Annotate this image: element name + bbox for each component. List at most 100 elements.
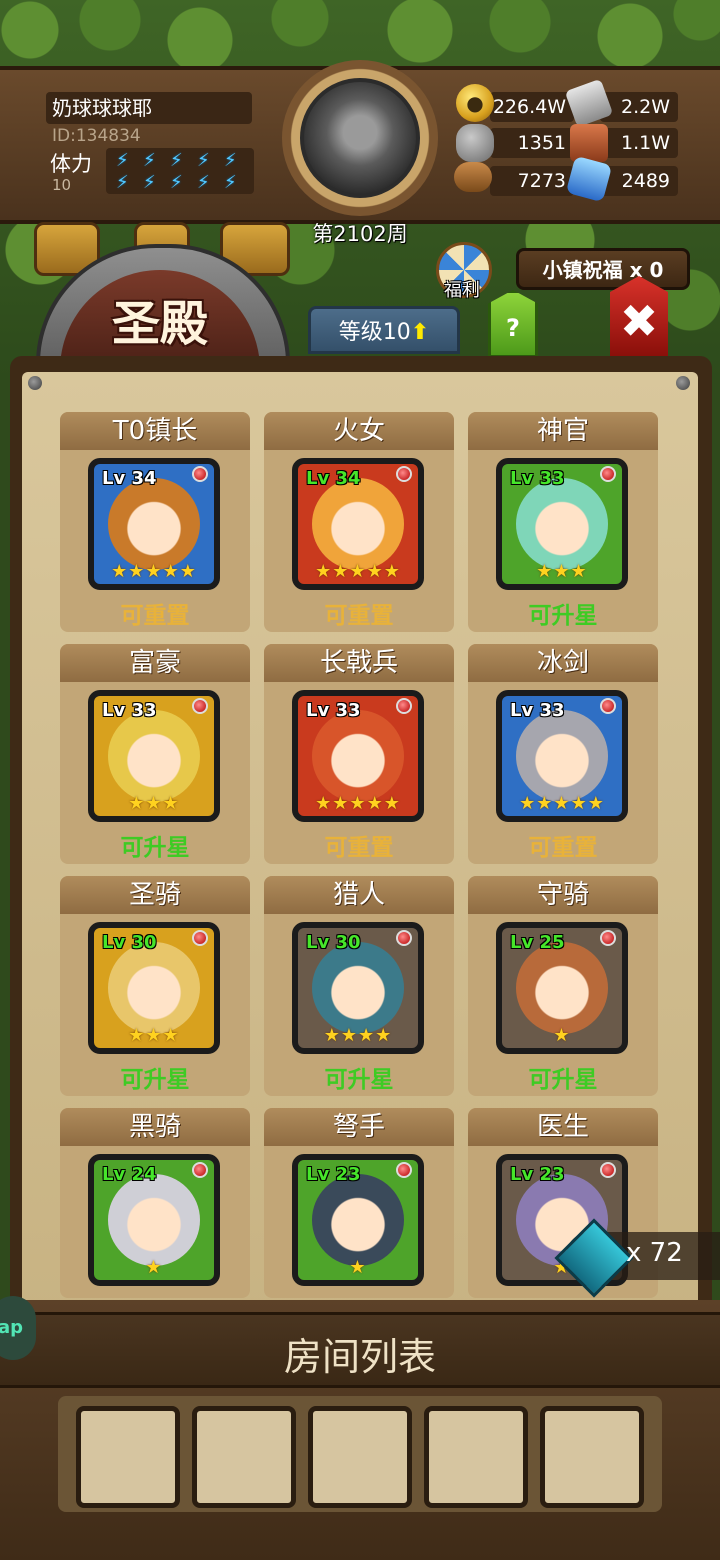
hero-status: 可升星 xyxy=(528,603,598,629)
hero-status: 可重置 xyxy=(324,835,394,861)
hero-portrait[interactable]: Lv 33 ★★★★★ xyxy=(292,690,424,822)
notification-dot-icon xyxy=(600,698,616,714)
stone-icon xyxy=(456,124,494,162)
notification-dot-icon xyxy=(396,930,412,946)
help-button[interactable]: ? xyxy=(488,290,538,358)
notification-dot-icon xyxy=(192,698,208,714)
crystal-amount: 2489 xyxy=(600,166,678,196)
hero-portrait[interactable]: Lv 33 ★★★★★ xyxy=(496,690,628,822)
hero-portrait[interactable]: Lv 30 ★★★★ xyxy=(292,922,424,1054)
player-id: ID:134834 xyxy=(52,126,141,146)
hero-portrait[interactable]: Lv 23 ★ xyxy=(292,1154,424,1286)
notification-dot-icon xyxy=(396,466,412,482)
iron-amount: 2.2W xyxy=(600,92,678,122)
stamina-bolt-icon: ⚡ xyxy=(116,172,129,193)
hero-level: Lv 23 xyxy=(306,1164,361,1185)
room-slot[interactable] xyxy=(76,1406,180,1508)
hero-portrait[interactable]: Lv 30 ★★★ xyxy=(88,922,220,1054)
gold-coin-icon: ● xyxy=(456,84,494,122)
hero-card[interactable]: 猎人 Lv 30 ★★★★ 可升星 xyxy=(264,876,454,1096)
hero-face-icon xyxy=(516,478,608,570)
hero-stars: ★★★★ xyxy=(323,1025,393,1046)
notification-dot-icon xyxy=(600,466,616,482)
rivet-icon xyxy=(676,376,690,390)
stamina-bar: ⚡ ⚡ ⚡ ⚡ ⚡ ⚡ ⚡ ⚡ ⚡ ⚡ xyxy=(106,148,254,194)
hero-portrait[interactable]: Lv 34 ★★★★★ xyxy=(88,458,220,590)
hero-card[interactable]: 冰剑 Lv 33 ★★★★★ 可重置 xyxy=(468,644,658,864)
leather-amount: 1.1W xyxy=(600,128,678,158)
hero-face-icon xyxy=(108,1174,200,1266)
hero-portrait[interactable]: Lv 25 ★ xyxy=(496,922,628,1054)
stamina-bolt-icon: ⚡ xyxy=(197,172,210,193)
hero-card[interactable]: 圣骑 Lv 30 ★★★ 可升星 xyxy=(60,876,250,1096)
hero-name: 神官 xyxy=(468,412,658,450)
room-slot[interactable] xyxy=(540,1406,644,1508)
stamina-value: 10 xyxy=(52,176,72,194)
hero-name: 富豪 xyxy=(60,644,250,682)
hero-level: Lv 30 xyxy=(306,932,361,953)
level-up-arrow-icon: ⬆ xyxy=(410,320,430,345)
notification-dot-icon xyxy=(600,1162,616,1178)
hero-status: 可重置 xyxy=(324,603,394,629)
room-slot[interactable] xyxy=(192,1406,296,1508)
hero-face-icon xyxy=(108,942,200,1034)
hero-portrait[interactable]: Lv 33 ★★★ xyxy=(496,458,628,590)
hero-status: 可重置 xyxy=(528,835,598,861)
hero-face-icon xyxy=(516,942,608,1034)
hero-face-icon xyxy=(516,710,608,802)
wood-log-icon xyxy=(454,162,492,192)
hero-name: 医生 xyxy=(468,1108,658,1146)
room-slot[interactable] xyxy=(308,1406,412,1508)
hero-name: 黑骑 xyxy=(60,1108,250,1146)
stamina-bolt-icon: ⚡ xyxy=(224,150,237,171)
wood-amount: 7273 xyxy=(490,166,574,196)
hero-name: 守骑 xyxy=(468,876,658,914)
hero-name: 猎人 xyxy=(264,876,454,914)
hero-face-icon xyxy=(312,478,404,570)
hero-name: T0镇长 xyxy=(60,412,250,450)
gold-amount: 226.4W xyxy=(490,92,574,122)
hero-name: 弩手 xyxy=(264,1108,454,1146)
hero-card[interactable]: 守骑 Lv 25 ★ 可升星 xyxy=(468,876,658,1096)
hero-stars: ★★★ xyxy=(128,1025,180,1046)
hero-status: 可升星 xyxy=(528,1067,598,1093)
hero-card[interactable]: 弩手 Lv 23 ★ xyxy=(264,1108,454,1298)
hero-level: Lv 33 xyxy=(102,700,157,721)
hero-name: 圣骑 xyxy=(60,876,250,914)
town-blessing-badge[interactable]: 小镇祝福 x 0 xyxy=(516,248,690,290)
side-tab[interactable]: ap xyxy=(0,1296,36,1360)
stamina-bolt-icon: ⚡ xyxy=(224,172,237,193)
hero-stars: ★★★★★ xyxy=(315,561,401,582)
hero-level: Lv 24 xyxy=(102,1164,157,1185)
stamina-bolt-icon: ⚡ xyxy=(116,150,129,171)
hero-card[interactable]: T0镇长 Lv 34 ★★★★★ 可重置 xyxy=(60,412,250,632)
hero-name: 长戟兵 xyxy=(264,644,454,682)
hero-stars: ★★★ xyxy=(128,793,180,814)
hero-portrait[interactable]: Lv 24 ★ xyxy=(88,1154,220,1286)
player-name[interactable]: 奶球球球耶 xyxy=(46,92,252,124)
hero-card[interactable]: 长戟兵 Lv 33 ★★★★★ 可重置 xyxy=(264,644,454,864)
player-avatar[interactable] xyxy=(300,78,420,198)
temple-title: 圣殿 xyxy=(111,296,208,352)
hero-stars: ★ xyxy=(145,1257,163,1278)
welfare-button[interactable]: 福利 xyxy=(430,238,494,302)
stone-amount: 1351 xyxy=(490,128,574,158)
temple-level-label: 等级10 xyxy=(338,320,411,345)
hero-status: 可重置 xyxy=(120,603,190,629)
hero-card[interactable]: 火女 Lv 34 ★★★★★ 可重置 xyxy=(264,412,454,632)
hero-stars: ★★★ xyxy=(536,561,588,582)
hero-level: Lv 30 xyxy=(102,932,157,953)
hero-name: 火女 xyxy=(264,412,454,450)
hero-face-icon xyxy=(312,942,404,1034)
room-list-title: 房间列表 xyxy=(283,1335,436,1379)
temple-level-button[interactable]: 等级10⬆ xyxy=(308,306,460,354)
room-slot[interactable] xyxy=(424,1406,528,1508)
stamina-bolt-icon: ⚡ xyxy=(143,150,156,171)
stamina-bolt-icon: ⚡ xyxy=(170,150,183,171)
hero-portrait[interactable]: Lv 34 ★★★★★ xyxy=(292,458,424,590)
hero-card[interactable]: 富豪 Lv 33 ★★★ 可升星 xyxy=(60,644,250,864)
hero-stars: ★ xyxy=(553,1025,571,1046)
hero-portrait[interactable]: Lv 33 ★★★ xyxy=(88,690,220,822)
hero-card[interactable]: 神官 Lv 33 ★★★ 可升星 xyxy=(468,412,658,632)
hero-card[interactable]: 黑骑 Lv 24 ★ xyxy=(60,1108,250,1298)
